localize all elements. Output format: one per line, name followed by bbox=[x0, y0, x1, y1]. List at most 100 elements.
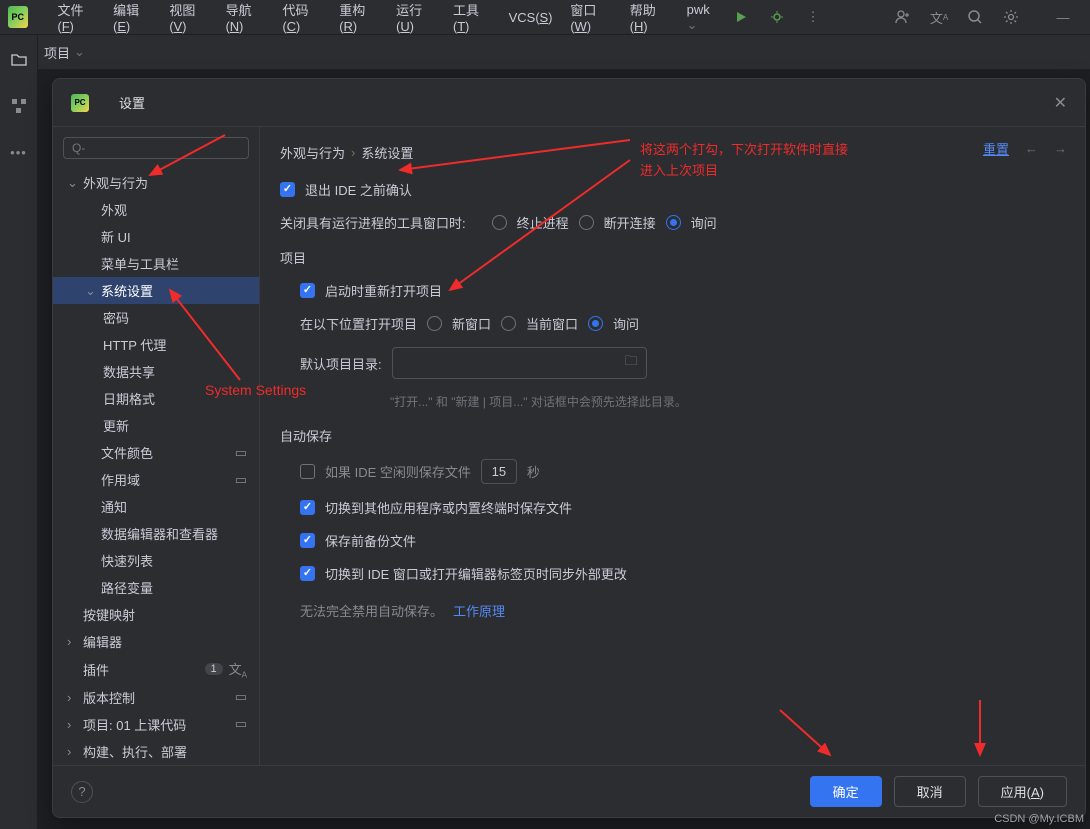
menu-window[interactable]: 窗口(W) bbox=[562, 0, 619, 38]
dialog-header: PC 设置 ✕ bbox=[53, 79, 1085, 127]
tree-plugins[interactable]: 插件1文A bbox=[53, 655, 259, 684]
tree-file-colors[interactable]: 文件颜色▭ bbox=[53, 439, 259, 466]
chevron-down-icon: ⌄ bbox=[85, 283, 97, 299]
dialog-title: 设置 bbox=[119, 93, 145, 112]
tree-version-control[interactable]: ›版本控制▭ bbox=[53, 684, 259, 711]
run-icon[interactable] bbox=[730, 6, 752, 28]
tree-data-sharing[interactable]: 数据共享 bbox=[53, 358, 259, 385]
more-icon[interactable]: ⋮ bbox=[802, 6, 824, 28]
more-tools-icon[interactable]: ••• bbox=[8, 141, 30, 163]
tree-editor[interactable]: ›编辑器 bbox=[53, 628, 259, 655]
reopen-last-label[interactable]: 启动时重新打开项目 bbox=[325, 281, 442, 300]
debug-icon[interactable] bbox=[766, 6, 788, 28]
watermark: CSDN @My.ICBM bbox=[994, 813, 1084, 825]
browse-folder-icon[interactable]: 🗀 bbox=[625, 352, 638, 374]
project-dropdown[interactable]: 项目 ⌄ bbox=[44, 43, 85, 62]
settings-tree: ⌄外观与行为 外观 新 UI 菜单与工具栏 ⌄系统设置 密码 HTTP 代理 数… bbox=[53, 169, 259, 765]
tree-project[interactable]: ›项目: 01 上课代码▭ bbox=[53, 711, 259, 738]
ask-radio[interactable] bbox=[666, 215, 681, 230]
tree-quick-lists[interactable]: 快速列表 bbox=[53, 547, 259, 574]
breadcrumb-parent[interactable]: 外观与行为 bbox=[280, 143, 345, 162]
search-input[interactable] bbox=[72, 141, 240, 155]
project-scope-icon: ▭ bbox=[235, 445, 251, 461]
menu-tools[interactable]: 工具(T) bbox=[445, 0, 499, 38]
settings-sidebar: ⌄外观与行为 外观 新 UI 菜单与工具栏 ⌄系统设置 密码 HTTP 代理 数… bbox=[53, 127, 260, 765]
default-dir-input[interactable]: 🗀 bbox=[392, 347, 647, 379]
search-icon[interactable] bbox=[964, 6, 986, 28]
apply-button[interactable]: 应用(A) bbox=[978, 776, 1067, 807]
tree-new-ui[interactable]: 新 UI bbox=[53, 223, 259, 250]
language-icon: 文A bbox=[229, 659, 247, 680]
chevron-right-icon: › bbox=[67, 634, 79, 649]
close-tool-window-label: 关闭具有运行进程的工具窗口时: bbox=[280, 213, 466, 232]
settings-search[interactable] bbox=[63, 137, 249, 159]
structure-icon[interactable] bbox=[8, 95, 30, 117]
menu-run[interactable]: 运行(U) bbox=[388, 0, 443, 38]
tree-date-formats[interactable]: 日期格式 bbox=[53, 385, 259, 412]
ask-open-radio[interactable] bbox=[588, 316, 603, 331]
new-window-radio[interactable] bbox=[427, 316, 442, 331]
tree-passwords[interactable]: 密码 bbox=[53, 304, 259, 331]
chevron-right-icon: › bbox=[67, 744, 79, 759]
tree-keymap[interactable]: 按键映射 bbox=[53, 601, 259, 628]
cannot-disable-note: 无法完全禁用自动保存。 bbox=[300, 601, 443, 620]
tree-updates[interactable]: 更新 bbox=[53, 412, 259, 439]
project-bar: 项目 ⌄ bbox=[0, 35, 1090, 70]
menu-edit[interactable]: 编辑(E) bbox=[105, 0, 159, 38]
menu-code[interactable]: 代码(C) bbox=[274, 0, 329, 38]
close-icon[interactable]: ✕ bbox=[1054, 93, 1067, 113]
menu-navigate[interactable]: 导航(N) bbox=[218, 0, 273, 38]
add-user-icon[interactable] bbox=[892, 6, 914, 28]
tree-http-proxy[interactable]: HTTP 代理 bbox=[53, 331, 259, 358]
idle-save-checkbox[interactable] bbox=[300, 464, 315, 479]
terminate-radio[interactable] bbox=[492, 215, 507, 230]
menu-vcs[interactable]: VCS(S) bbox=[501, 6, 561, 29]
menu-file[interactable]: 文件(F) bbox=[50, 0, 104, 38]
minimize-icon[interactable]: — bbox=[1052, 6, 1074, 28]
settings-gear-icon[interactable] bbox=[1000, 6, 1022, 28]
default-dir-label: 默认项目目录: bbox=[300, 354, 382, 373]
menu-help[interactable]: 帮助(H) bbox=[622, 0, 677, 38]
project-scope-icon: ▭ bbox=[235, 472, 251, 488]
tree-notifications[interactable]: 通知 bbox=[53, 493, 259, 520]
tree-scopes[interactable]: 作用域▭ bbox=[53, 466, 259, 493]
project-scope-icon: ▭ bbox=[235, 689, 251, 705]
folder-icon[interactable] bbox=[8, 49, 30, 71]
tree-menus-toolbars[interactable]: 菜单与工具栏 bbox=[53, 250, 259, 277]
how-it-works-link[interactable]: 工作原理 bbox=[453, 601, 505, 620]
language-icon[interactable]: 文A bbox=[928, 6, 950, 28]
dialog-footer: ? 确定 取消 应用(A) bbox=[53, 765, 1085, 817]
menu-project[interactable]: pwk ⌄ bbox=[679, 0, 728, 37]
ok-button[interactable]: 确定 bbox=[810, 776, 882, 807]
plugins-count-badge: 1 bbox=[205, 663, 223, 675]
save-on-switch-checkbox[interactable] bbox=[300, 500, 315, 515]
settings-dialog: PC 设置 ✕ ⌄外观与行为 外观 新 UI 菜单与工具栏 ⌄系统设置 密码 H… bbox=[52, 78, 1086, 818]
reset-link[interactable]: 重置 bbox=[983, 139, 1009, 158]
pycharm-logo-icon: PC bbox=[8, 6, 28, 28]
breadcrumb: 外观与行为 › 系统设置 bbox=[280, 143, 1065, 162]
current-window-radio[interactable] bbox=[501, 316, 516, 331]
confirm-exit-checkbox[interactable] bbox=[280, 182, 295, 197]
default-dir-hint: "打开..." 和 "新建 | 项目..." 对话框中会预先选择此目录。 bbox=[390, 393, 1065, 410]
idle-seconds-input[interactable] bbox=[481, 459, 517, 484]
tree-build-exec-deploy[interactable]: ›构建、执行、部署 bbox=[53, 738, 259, 765]
backup-before-save-checkbox[interactable] bbox=[300, 533, 315, 548]
menubar: PC 文件(F) 编辑(E) 视图(V) 导航(N) 代码(C) 重构(R) 运… bbox=[0, 0, 1090, 35]
disconnect-radio[interactable] bbox=[579, 215, 594, 230]
help-icon[interactable]: ? bbox=[71, 781, 93, 803]
pycharm-logo-icon: PC bbox=[71, 94, 89, 112]
back-arrow-icon[interactable]: ← bbox=[1025, 141, 1038, 156]
menu-refactor[interactable]: 重构(R) bbox=[331, 0, 386, 38]
confirm-exit-label[interactable]: 退出 IDE 之前确认 bbox=[305, 180, 412, 199]
tree-appearance[interactable]: 外观 bbox=[53, 196, 259, 223]
reopen-last-checkbox[interactable] bbox=[300, 283, 315, 298]
tree-system-settings[interactable]: ⌄系统设置 bbox=[53, 277, 259, 304]
tree-path-variables[interactable]: 路径变量 bbox=[53, 574, 259, 601]
sync-external-checkbox[interactable] bbox=[300, 566, 315, 581]
tree-appearance-behavior[interactable]: ⌄外观与行为 bbox=[53, 169, 259, 196]
chevron-right-icon: › bbox=[67, 717, 79, 732]
tree-data-editor-viewer[interactable]: 数据编辑器和查看器 bbox=[53, 520, 259, 547]
menu-view[interactable]: 视图(V) bbox=[161, 0, 215, 38]
forward-arrow-icon[interactable]: → bbox=[1054, 141, 1067, 156]
cancel-button[interactable]: 取消 bbox=[894, 776, 966, 807]
